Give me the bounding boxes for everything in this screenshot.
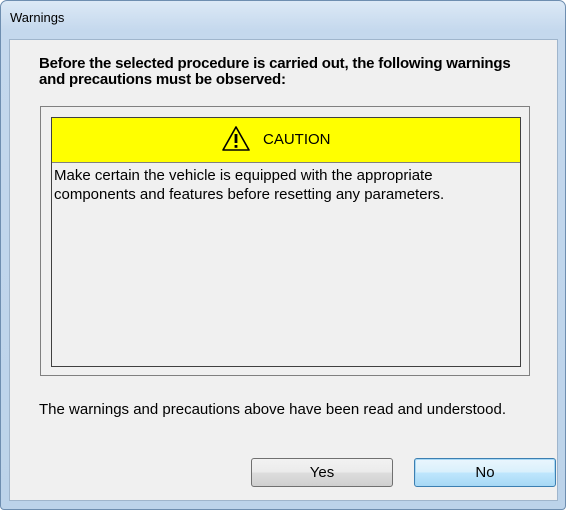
caution-header: CAUTION (52, 118, 520, 163)
dialog-heading: Before the selected procedure is carried… (39, 55, 511, 88)
warning-text: Make certain the vehicle is equipped wit… (54, 167, 445, 203)
acknowledgement-text: The warnings and precautions above have … (39, 401, 506, 418)
warning-item: CAUTION Make certain the vehicle is equi… (51, 117, 521, 367)
warnings-dialog-window: Warnings Before the selected procedure i… (0, 0, 566, 510)
title-bar[interactable]: Warnings (1, 1, 565, 37)
yes-button[interactable]: Yes (251, 458, 393, 487)
warning-triangle-icon (222, 126, 250, 151)
warning-list-panel[interactable]: CAUTION Make certain the vehicle is equi… (40, 106, 530, 376)
no-button[interactable]: No (414, 458, 556, 487)
dialog-content: Before the selected procedure is carried… (9, 39, 558, 501)
window-title: Warnings (10, 10, 65, 25)
caution-label: CAUTION (263, 131, 331, 148)
